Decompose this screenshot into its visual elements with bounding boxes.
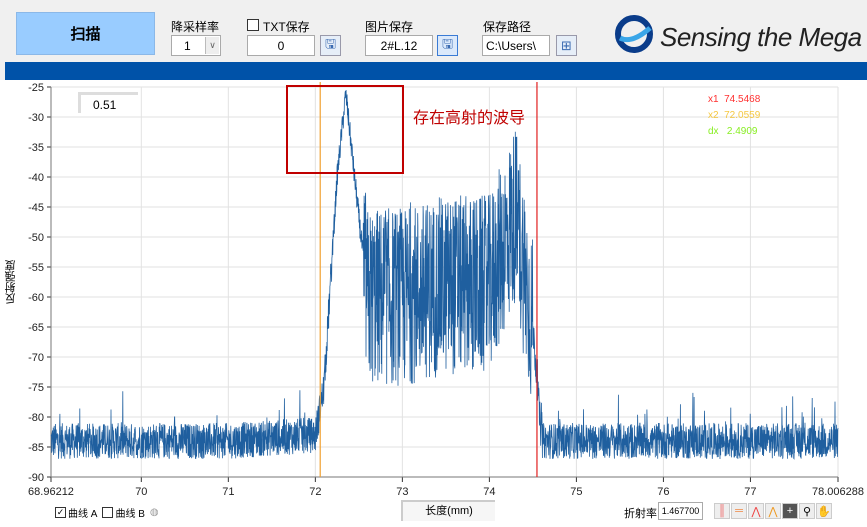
y-tick-label: -70: [28, 352, 44, 364]
y-tick-label: -30: [28, 112, 44, 124]
y-tick-label: -60: [28, 292, 44, 304]
horizontal-cursor-icon[interactable]: ═: [731, 503, 747, 519]
y-tick-label: -40: [28, 172, 44, 184]
annotation-box: [286, 85, 404, 174]
x1-label: x1: [708, 94, 719, 105]
waveform-trace: [50, 89, 839, 460]
y-tick-label: -85: [28, 442, 44, 454]
dx-label: dx: [708, 126, 719, 137]
x2-value: 72.0559: [724, 110, 761, 121]
y-tick-label: -35: [28, 142, 44, 154]
refractive-index-label: 折射率: [624, 508, 657, 520]
peak-marker-icon[interactable]: ⋀: [748, 503, 764, 519]
x-axis-label: 长度(mm): [401, 500, 495, 521]
y-tick-label: -90: [28, 472, 44, 484]
curve-b-checkbox[interactable]: [102, 507, 114, 518]
annotation-text: 存在高射的波导: [413, 110, 526, 127]
y-tick-label: -25: [28, 82, 44, 94]
pan-hand-icon[interactable]: ✋: [816, 503, 832, 519]
curve-b-label: 曲线 B: [115, 509, 145, 520]
cursor-readout: x1 74.5468 x2 72.0559 dx 2.4909: [708, 92, 760, 140]
zoom-icon[interactable]: ⚲: [799, 503, 815, 519]
crosshair-icon[interactable]: +: [782, 503, 798, 519]
curve-a-label: 曲线 A: [68, 509, 98, 520]
curve-a-checkbox[interactable]: ✓: [55, 507, 66, 518]
y-tick-label: -50: [28, 232, 44, 244]
y-tick-label: -45: [28, 202, 44, 214]
dx-value: 2.4909: [726, 126, 758, 137]
waveform-chart: -25 -30 -35 -40 -45 -50 -55 -60 -65 -70 -75 -80 -85 -…: [28, 82, 864, 498]
y-tick-label: -65: [28, 322, 44, 334]
x2-label: x2: [708, 110, 719, 121]
x1-value: 74.5468: [724, 94, 761, 105]
refractive-index-input[interactable]: 1.467700: [658, 502, 703, 520]
plot-tools: ║ ═ ⋀ ⋀ + ⚲ ✋: [714, 503, 833, 519]
y-tick-label: -55: [28, 262, 44, 274]
vertical-cursor-icon[interactable]: ║: [714, 503, 730, 519]
value-box[interactable]: 0.51: [78, 92, 138, 113]
y-tick-label: -80: [28, 412, 44, 424]
plot-settings-icon[interactable]: ◍: [150, 507, 159, 518]
peak-marker-alt-icon[interactable]: ⋀: [765, 503, 781, 519]
y-tick-label: -75: [28, 382, 44, 394]
y-axis-label: 反射强度: [5, 260, 17, 304]
